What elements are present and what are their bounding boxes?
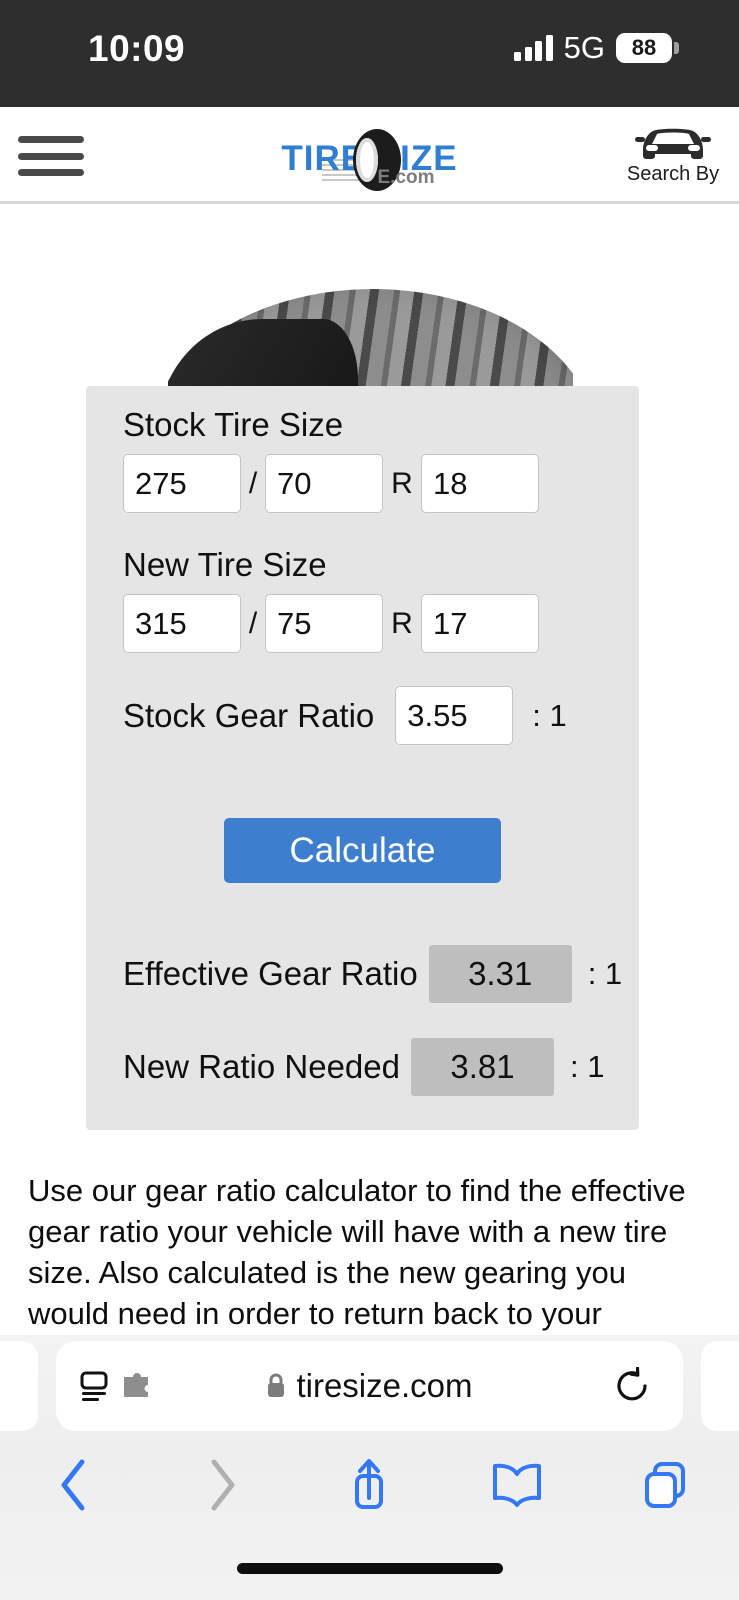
stock-tire-width-input[interactable]: 275: [123, 454, 241, 513]
bookmarks-button[interactable]: [443, 1435, 591, 1535]
gear-ratio-calculator-panel: Stock Tire Size 275 / 70 R 18 New Tire S…: [86, 386, 639, 1130]
battery-icon: 88: [616, 33, 679, 63]
new-size-separator: /: [248, 606, 258, 640]
effective-gear-ratio-suffix: : 1: [587, 956, 623, 991]
forward-button[interactable]: [148, 1435, 296, 1535]
url-text: tiresize.com: [296, 1367, 473, 1404]
safari-toolbar: [0, 1435, 739, 1535]
stock-gear-ratio-suffix: : 1: [532, 697, 567, 733]
new-ratio-needed-value: 3.81: [411, 1038, 554, 1096]
hamburger-bar: [18, 136, 84, 143]
car-front-icon: [635, 128, 711, 159]
page-content: Stock Tire Size 275 / 70 R 18 New Tire S…: [0, 204, 739, 1335]
share-button[interactable]: [296, 1435, 444, 1535]
new-ratio-needed-row: New Ratio Needed 3.81 : 1: [123, 1038, 604, 1096]
network-type-label: 5G: [563, 30, 605, 65]
stock-tire-aspect-input[interactable]: 70: [265, 454, 383, 513]
new-ratio-needed-label: New Ratio Needed: [123, 1048, 400, 1085]
back-button[interactable]: [0, 1435, 148, 1535]
new-ratio-needed-suffix: : 1: [570, 1049, 605, 1084]
stock-radial-prefix: R: [391, 466, 413, 500]
logo-dotcom: E.com: [377, 167, 435, 188]
adjacent-tab-left[interactable]: [0, 1341, 38, 1431]
effective-gear-ratio-value: 3.31: [428, 945, 572, 1003]
calculator-description: Use our gear ratio calculator to find th…: [28, 1173, 686, 1331]
stock-tire-size-label: Stock Tire Size: [123, 406, 344, 443]
tabs-button[interactable]: [591, 1435, 739, 1535]
new-tire-size-label: New Tire Size: [123, 546, 327, 583]
stock-tire-size-inputs: 275 / 70 R 18: [123, 454, 539, 513]
status-bar: 10:09 5G 88: [0, 0, 739, 107]
new-tire-size-inputs: 315 / 75 R 17: [123, 594, 539, 653]
stock-gear-ratio-label: Stock Gear Ratio: [123, 696, 375, 734]
stock-gear-ratio-input[interactable]: 3.55: [395, 686, 514, 745]
safari-tab-strip: tiresize.com: [0, 1341, 739, 1431]
search-by-vehicle-button[interactable]: Search By: [617, 120, 729, 186]
safari-bottom-chrome: tiresize.com: [0, 1335, 739, 1600]
reload-icon[interactable]: [615, 1367, 651, 1405]
status-bar-time: 10:09: [88, 28, 186, 69]
new-radial-prefix: R: [391, 606, 413, 640]
hamburger-bar: [18, 152, 84, 160]
status-bar-indicators: 5G 88: [514, 30, 679, 66]
cellular-signal-icon: [514, 35, 553, 61]
battery-percent: 88: [616, 33, 672, 63]
effective-gear-ratio-label: Effective Gear Ratio: [123, 955, 418, 992]
hamburger-bar: [18, 169, 84, 176]
search-by-label: Search By: [626, 163, 720, 185]
battery-tip: [674, 42, 679, 54]
site-logo[interactable]: TIRE SIZE E.com: [270, 123, 470, 193]
phone-screen: 10:09 5G 88 TIRE SIZE E.com Search By St…: [0, 0, 739, 1600]
adjacent-tab-right[interactable]: [701, 1341, 739, 1431]
new-tire-width-input[interactable]: 315: [123, 594, 241, 653]
stock-gear-ratio-row: Stock Gear Ratio 3.55 : 1: [123, 686, 567, 745]
new-tire-aspect-input[interactable]: 75: [265, 594, 383, 653]
site-header: TIRE SIZE E.com Search By: [0, 107, 739, 204]
new-tire-diameter-input[interactable]: 17: [421, 594, 539, 653]
home-indicator[interactable]: [236, 1563, 503, 1574]
stock-tire-diameter-input[interactable]: 18: [421, 454, 539, 513]
hamburger-menu-icon[interactable]: [18, 133, 84, 179]
url-bar[interactable]: tiresize.com: [56, 1341, 683, 1431]
effective-gear-ratio-row: Effective Gear Ratio 3.31 : 1: [123, 945, 622, 1003]
calculate-button[interactable]: Calculate: [224, 818, 501, 883]
stock-size-separator: /: [248, 466, 258, 500]
url-bar-center[interactable]: tiresize.com: [56, 1367, 683, 1405]
lock-icon: [268, 1373, 285, 1397]
